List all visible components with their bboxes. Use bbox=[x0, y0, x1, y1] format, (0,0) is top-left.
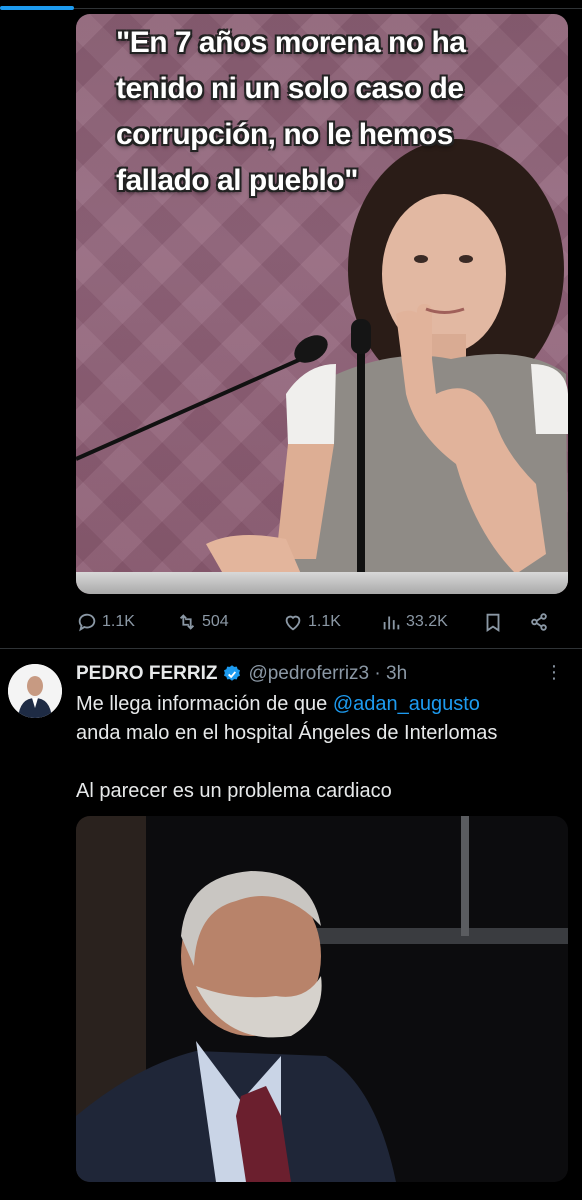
views-count: 33.2K bbox=[406, 613, 448, 630]
more-icon[interactable]: ⋮ bbox=[545, 662, 564, 683]
author-avatar[interactable] bbox=[8, 664, 62, 718]
post1-action-bar: 1.1K 504 1.1K 33.2K bbox=[76, 606, 556, 638]
loading-progress-bar bbox=[0, 6, 74, 10]
post1-media-image[interactable]: "En 7 años morena no ha tenido ni un sol… bbox=[76, 14, 568, 594]
share-icon bbox=[531, 613, 547, 631]
share-button[interactable] bbox=[528, 611, 550, 633]
reply-icon bbox=[78, 613, 96, 632]
reply-count: 1.1K bbox=[102, 613, 135, 630]
views-button[interactable]: 33.2K bbox=[380, 611, 448, 633]
like-count: 1.1K bbox=[308, 613, 341, 630]
like-button[interactable]: 1.1K bbox=[282, 611, 341, 633]
post-text-line-3: Al parecer es un problema cardiaco bbox=[76, 780, 392, 802]
like-icon bbox=[285, 615, 301, 631]
post-text-intro: Me llega información de que bbox=[76, 693, 333, 715]
bookmark-icon bbox=[486, 613, 500, 632]
author-handle-and-time[interactable]: @pedroferriz3 · 3h bbox=[248, 663, 407, 685]
post-divider bbox=[0, 648, 582, 649]
post2-text: Me llega información de que @adan_august… bbox=[76, 690, 566, 806]
author-name[interactable]: PEDRO FERRIZ bbox=[76, 663, 217, 685]
repost-icon bbox=[179, 614, 195, 630]
reply-button[interactable]: 1.1K bbox=[76, 611, 135, 633]
verified-badge-icon bbox=[224, 665, 241, 681]
repost-button[interactable]: 504 bbox=[176, 611, 229, 633]
photo-illustration bbox=[76, 816, 568, 1182]
post2-header: PEDRO FERRIZ @pedroferriz3 · 3h bbox=[76, 660, 407, 688]
podium bbox=[76, 572, 568, 594]
views-icon bbox=[383, 616, 400, 630]
repost-count: 504 bbox=[202, 613, 229, 630]
avatar-image bbox=[8, 664, 62, 718]
post-text-line-2: anda malo en el hospital Ángeles de Inte… bbox=[76, 722, 498, 744]
quote-overlay-text: "En 7 años morena no ha tenido ni un sol… bbox=[116, 26, 466, 197]
post-text-line-1: Me llega información de que @adan_august… bbox=[76, 690, 566, 719]
post2-media-image[interactable] bbox=[76, 816, 568, 1182]
top-divider bbox=[74, 8, 582, 9]
bookmark-button[interactable] bbox=[482, 611, 504, 633]
mention-link[interactable]: @adan_augusto bbox=[333, 693, 480, 715]
